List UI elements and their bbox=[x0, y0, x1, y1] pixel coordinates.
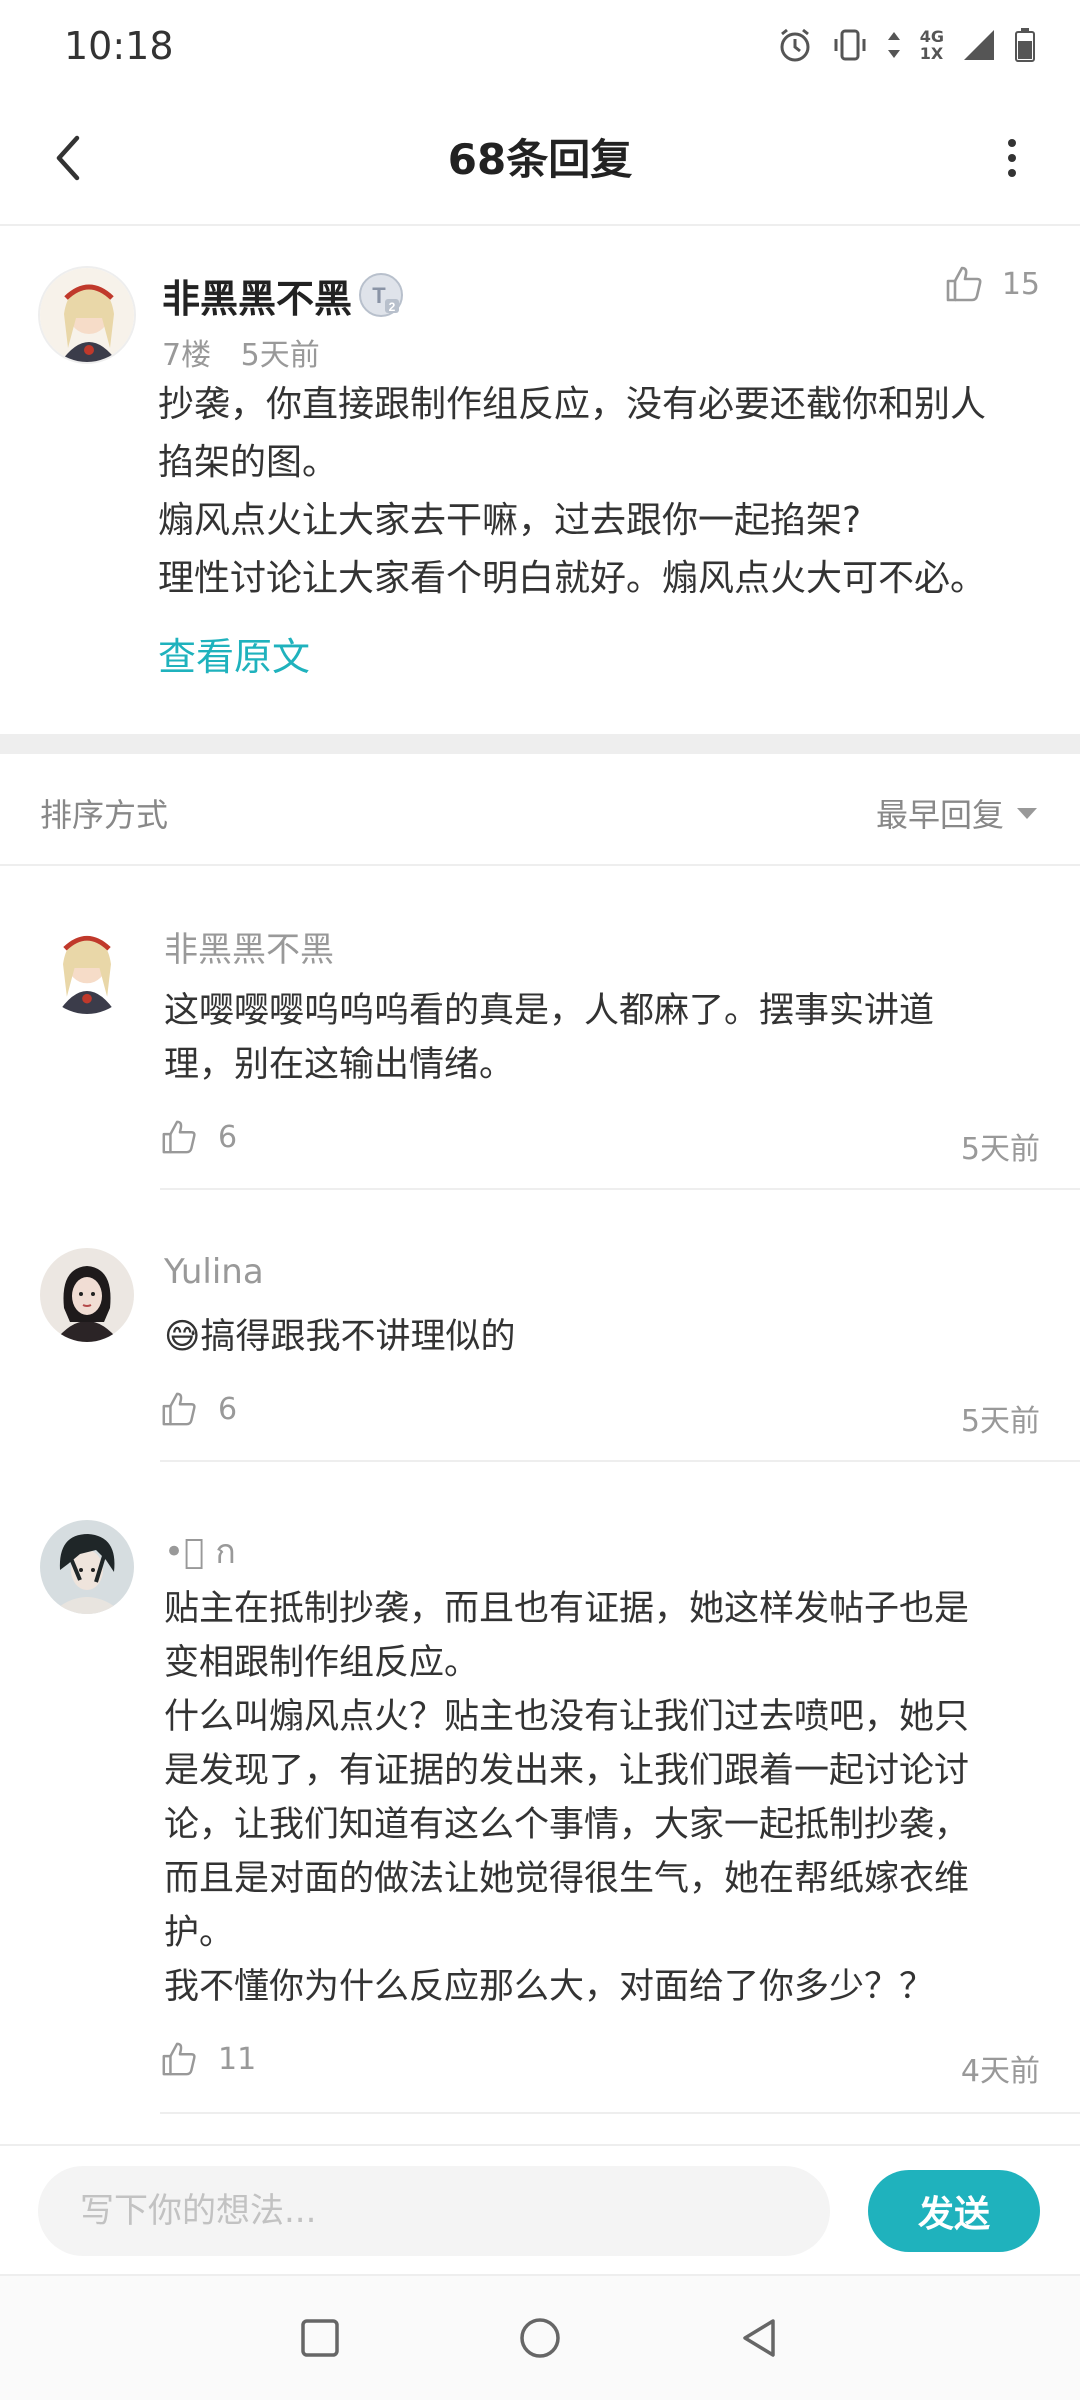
home-button[interactable] bbox=[508, 2306, 572, 2370]
reply-author[interactable]: Yulina bbox=[164, 1252, 264, 1292]
svg-text:T: T bbox=[372, 283, 386, 308]
sort-label: 排序方式 bbox=[40, 796, 169, 834]
avatar-image bbox=[40, 1520, 134, 1614]
avatar[interactable] bbox=[40, 920, 134, 1014]
reply-text-line: 😅搞得跟我不讲理似的 bbox=[164, 1310, 1044, 1364]
page-title: 68条回复 bbox=[447, 135, 633, 184]
level-badge-icon: T 2 bbox=[359, 273, 403, 317]
back-triangle-icon bbox=[743, 2319, 775, 2357]
reply-text-line: 贴主在抵制抄袭，而且也有证据，她这样发帖子也是 bbox=[164, 1589, 970, 1629]
status-icons: 4G 1X bbox=[776, 26, 1036, 64]
system-nav-bar bbox=[0, 2274, 1080, 2400]
comment-time: 5天前 bbox=[240, 338, 320, 373]
like-button[interactable]: 11 bbox=[160, 2040, 256, 2078]
view-original-link[interactable]: 查看原文 bbox=[158, 626, 310, 681]
recent-apps-icon bbox=[301, 2319, 339, 2357]
avatar[interactable] bbox=[38, 266, 136, 364]
like-button[interactable]: 6 bbox=[160, 1118, 237, 1156]
comment-meta: 7楼 5天前 bbox=[162, 330, 320, 374]
like-count: 15 bbox=[1001, 266, 1040, 302]
reply-text-line: 是发现了，有证据的发出来，让我们跟着一起讨论讨 bbox=[164, 1751, 970, 1791]
avatar[interactable] bbox=[40, 1520, 134, 1614]
battery-icon bbox=[1015, 28, 1035, 62]
reply-text-line: 变相跟制作组反应。 bbox=[164, 1643, 480, 1683]
more-vertical-icon bbox=[1008, 139, 1016, 177]
data-arrows-icon bbox=[887, 32, 900, 58]
network-type-top: 4G bbox=[919, 27, 944, 46]
network-type-bottom: 1X bbox=[919, 44, 944, 63]
status-bar: 10:18 4G 1X bbox=[0, 0, 1080, 92]
comment-input-bar: 发送 bbox=[0, 2144, 1080, 2272]
reply-item: Yulina 😅搞得跟我不讲理似的 6 5天前 bbox=[0, 1190, 1080, 1462]
reply-text-line: 论，让我们知道有这么个事情，大家一起抵制抄袭， bbox=[164, 1805, 970, 1845]
recent-apps-button[interactable] bbox=[288, 2306, 352, 2370]
svg-text:2: 2 bbox=[389, 300, 396, 314]
caret-down-icon bbox=[1017, 808, 1037, 819]
section-divider bbox=[0, 734, 1080, 754]
more-options-button[interactable] bbox=[980, 126, 1044, 190]
signal-icon bbox=[964, 30, 994, 60]
thumbs-up-icon bbox=[162, 1120, 196, 1154]
comment-text: 抄袭，你直接跟制作组反应，没有必要还截你和别人 掐架的图。 煽风点火让大家去干嘛… bbox=[158, 376, 1038, 608]
reply-author[interactable]: 非黑黑不黑 bbox=[164, 922, 334, 971]
reply-time: 5天前 bbox=[960, 1404, 1040, 1439]
comment-text-line: 煽风点火让大家去干嘛，过去跟你一起掐架? bbox=[158, 500, 862, 541]
thumbs-up-icon bbox=[162, 2042, 196, 2076]
sort-dropdown[interactable]: 最早回复 bbox=[876, 790, 1038, 836]
vibrate-icon bbox=[834, 29, 866, 61]
status-time: 10:18 bbox=[64, 24, 174, 68]
avatar-image bbox=[40, 268, 134, 362]
home-icon bbox=[520, 2318, 560, 2358]
reply-time: 5天前 bbox=[960, 1132, 1040, 1167]
reply-text-content: 搞得跟我不讲理似的 bbox=[200, 1317, 516, 1357]
main-comment: 非黑黑不黑 T 2 15 7楼 5天前 抄袭，你直接跟制作组反应，没有必要还截你… bbox=[0, 228, 1080, 732]
reply-text-line: 而且是对面的做法让她觉得很生气，她在帮纸嫁衣维 bbox=[164, 1859, 970, 1899]
floor-number: 7楼 bbox=[162, 338, 212, 373]
thumbs-up-icon bbox=[946, 266, 982, 302]
reply-item: 非黑黑不黑 这嘤嘤嘤呜呜呜看的真是，人都麻了。摆事实讲道 理，别在这输出情绪。 … bbox=[0, 868, 1080, 1190]
like-button[interactable]: 15 bbox=[944, 264, 1040, 304]
network-type: 4G 1X bbox=[920, 28, 944, 62]
reply-text-line: 护。 bbox=[164, 1913, 235, 1953]
divider bbox=[160, 2112, 1080, 2114]
comment-text-line: 理性讨论让大家看个明白就好。煽风点火大可不必。 bbox=[158, 558, 987, 599]
like-count: 6 bbox=[218, 1391, 238, 1427]
thumbs-up-icon bbox=[162, 1392, 196, 1426]
comment-author[interactable]: 非黑黑不黑 bbox=[162, 268, 352, 323]
like-button[interactable]: 6 bbox=[160, 1390, 237, 1428]
avatar-image bbox=[40, 1248, 134, 1342]
avatar-image bbox=[40, 920, 134, 1014]
reply-text: 贴主在抵制抄袭，而且也有证据，她这样发帖子也是 变相跟制作组反应。 什么叫煽风点… bbox=[164, 1582, 1044, 2014]
sort-row: 排序方式 最早回复 bbox=[0, 754, 1080, 866]
header: 68条回复 bbox=[0, 92, 1080, 226]
reply-time: 4天前 bbox=[960, 2054, 1040, 2089]
reply-text-line: 什么叫煽风点火？贴主也没有让我们过去喷吧，她只 bbox=[164, 1697, 970, 1737]
comment-text-line: 抄袭，你直接跟制作组反应，没有必要还截你和别人 bbox=[158, 384, 987, 425]
avatar[interactable] bbox=[40, 1248, 134, 1342]
like-count: 11 bbox=[218, 2041, 257, 2077]
comment-text-line: 掐架的图。 bbox=[158, 442, 339, 483]
reply-text-line: 我不懂你为什么反应那么大，对面给了你多少？？ bbox=[164, 1967, 935, 2007]
like-count: 6 bbox=[218, 1119, 238, 1155]
comment-input[interactable] bbox=[38, 2166, 830, 2256]
reply-author[interactable]: •ᷫ ก bbox=[164, 1524, 236, 1578]
reply-item: •ᷫ ก 贴主在抵制抄袭，而且也有证据，她这样发帖子也是 变相跟制作组反应。 什… bbox=[0, 1462, 1080, 2114]
reply-text-line: 这嘤嘤嘤呜呜呜看的真是，人都麻了。摆事实讲道 bbox=[164, 991, 935, 1031]
reply-text: 😅搞得跟我不讲理似的 bbox=[164, 1310, 1044, 1364]
alarm-icon bbox=[780, 28, 810, 62]
grinning-sweat-emoji: 😅 bbox=[164, 1317, 201, 1357]
reply-text-line: 理，别在这输出情绪。 bbox=[164, 1045, 515, 1085]
reply-text: 这嘤嘤嘤呜呜呜看的真是，人都麻了。摆事实讲道 理，别在这输出情绪。 bbox=[164, 984, 1044, 1092]
sort-selected: 最早回复 bbox=[875, 796, 1004, 834]
send-button[interactable]: 发送 bbox=[868, 2170, 1040, 2252]
back-nav-button[interactable] bbox=[728, 2306, 792, 2370]
